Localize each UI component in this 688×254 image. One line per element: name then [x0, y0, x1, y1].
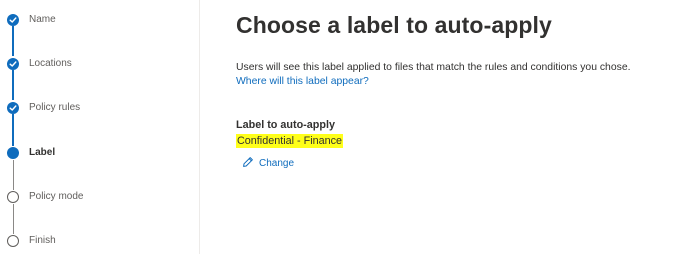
current-step-icon: [7, 147, 19, 159]
step-label-current[interactable]: Label: [0, 143, 190, 163]
page-title: Choose a label to auto-apply: [236, 12, 552, 38]
step-connector: [12, 70, 14, 100]
page-description: Users will see this label applied to fil…: [236, 62, 631, 73]
step-name[interactable]: Name: [0, 10, 190, 30]
step-policy-mode[interactable]: Policy mode: [0, 187, 190, 207]
change-button-label: Change: [259, 158, 295, 169]
step-label: Label: [29, 147, 56, 158]
step-label: Name: [29, 14, 56, 25]
step-label: Policy rules: [29, 102, 81, 113]
step-label: Locations: [29, 58, 72, 69]
check-icon: [7, 58, 19, 70]
step-connector: [12, 204, 14, 234]
pencil-icon: [242, 155, 254, 173]
help-link[interactable]: Where will this label appear?: [236, 75, 369, 89]
step-connector: [12, 26, 14, 56]
step-label: Finish: [29, 235, 56, 246]
step-policy-rules[interactable]: Policy rules: [0, 98, 190, 118]
pending-step-icon: [7, 235, 19, 247]
step-label: Policy mode: [29, 191, 84, 202]
step-connector: [12, 114, 14, 146]
selected-label-value: Confidential - Finance: [236, 134, 344, 148]
pending-step-icon: [7, 191, 19, 203]
step-locations[interactable]: Locations: [0, 54, 190, 74]
step-finish[interactable]: Finish: [0, 231, 190, 251]
wizard-steps: Name Locations Policy rules Label Policy…: [0, 0, 200, 254]
check-icon: [7, 14, 19, 26]
field-label: Label to auto-apply: [236, 119, 335, 131]
check-icon: [7, 102, 19, 114]
change-button[interactable]: Change: [242, 155, 294, 173]
step-connector: [12, 160, 14, 190]
